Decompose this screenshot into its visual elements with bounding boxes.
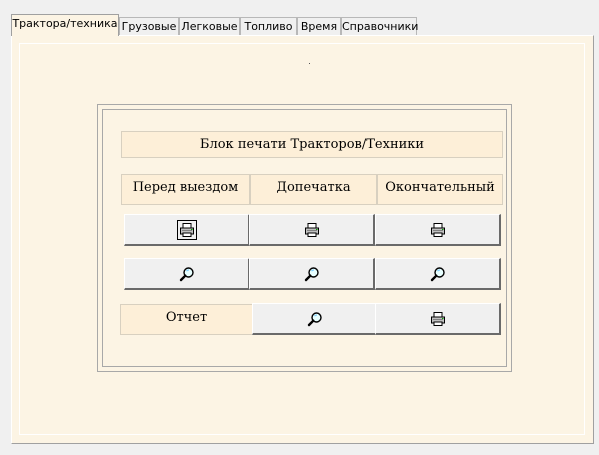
- print-block-group: Блок печати Тракторов/Техники Перед выез…: [97, 104, 512, 372]
- print-reprint-button[interactable]: [249, 214, 375, 246]
- magnifier-icon: [179, 266, 195, 282]
- printer-icon: [304, 222, 320, 238]
- tab-references[interactable]: Справочники: [341, 17, 418, 35]
- tab-bar: Трактора/техника Грузовые Легковые Топли…: [0, 0, 599, 36]
- column-label-reprint: Допечатка: [250, 174, 377, 205]
- focus-dot: [309, 63, 310, 64]
- print-block-frame: Блок печати Тракторов/Техники Перед выез…: [102, 109, 507, 367]
- print-block-title: Блок печати Тракторов/Техники: [121, 131, 503, 158]
- tab-fuel[interactable]: Топливо: [240, 17, 297, 35]
- preview-final-button[interactable]: [375, 258, 501, 290]
- printer-icon: [430, 222, 446, 238]
- report-label: Отчет: [120, 304, 253, 335]
- tab-trucks[interactable]: Грузовые: [119, 17, 179, 35]
- tab-panel: Блок печати Тракторов/Техники Перед выез…: [11, 35, 594, 444]
- tab-time[interactable]: Время: [297, 17, 341, 35]
- printer-icon: [430, 311, 446, 327]
- print-final-button[interactable]: [375, 214, 501, 246]
- column-label-final: Окончательный: [377, 174, 503, 205]
- print-before-departure-button[interactable]: [124, 214, 250, 246]
- magnifier-icon: [307, 311, 323, 327]
- magnifier-icon: [304, 266, 320, 282]
- report-preview-button[interactable]: [252, 303, 378, 335]
- preview-reprint-button[interactable]: [249, 258, 375, 290]
- printer-icon: [176, 219, 197, 240]
- panel-frame: Блок печати Тракторов/Техники Перед выез…: [19, 43, 585, 435]
- preview-before-departure-button[interactable]: [124, 258, 250, 290]
- tab-tractors[interactable]: Трактора/техника: [11, 14, 119, 36]
- column-label-before-departure: Перед выездом: [121, 174, 250, 205]
- tab-cars[interactable]: Легковые: [179, 17, 240, 35]
- magnifier-icon: [430, 266, 446, 282]
- report-print-button[interactable]: [375, 303, 501, 335]
